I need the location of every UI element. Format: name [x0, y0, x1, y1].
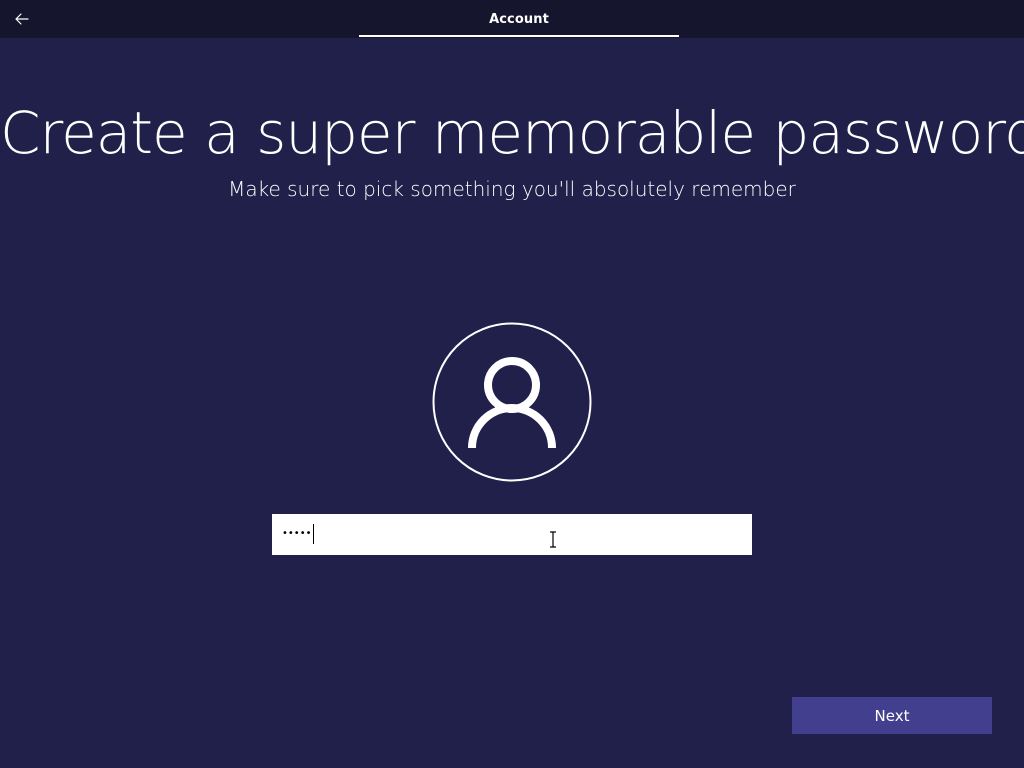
tab-active-indicator — [359, 35, 679, 37]
tab-account-label: Account — [489, 11, 549, 27]
next-button-label: Next — [874, 706, 910, 725]
page-title: Create a super memorable password — [0, 99, 1024, 167]
password-masked-value: ••••• — [282, 528, 312, 539]
top-bar: Account — [0, 0, 1024, 38]
back-button[interactable] — [8, 6, 36, 32]
password-input[interactable]: ••••• — [272, 514, 752, 555]
tab-account[interactable]: Account — [359, 0, 679, 38]
page-subtitle: Make sure to pick something you'll absol… — [228, 177, 796, 201]
ibeam-cursor-icon — [550, 531, 556, 548]
text-caret — [313, 524, 314, 544]
avatar — [432, 322, 592, 482]
next-button[interactable]: Next — [792, 697, 992, 734]
arrow-left-icon — [15, 13, 29, 25]
user-icon — [432, 322, 592, 482]
